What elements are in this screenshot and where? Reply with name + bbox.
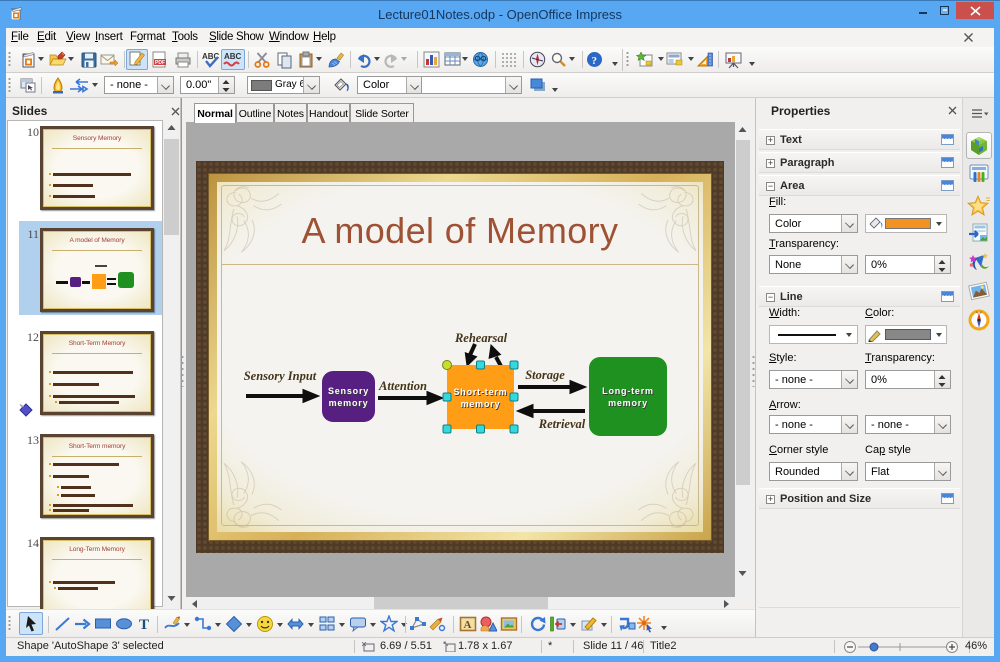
svg-text:memory: memory: [461, 399, 501, 409]
svg-text:ABC: ABC: [224, 52, 242, 61]
svg-text:Sensory: Sensory: [328, 386, 369, 396]
svg-text:Storage: Storage: [525, 368, 565, 382]
svg-text:Attention: Attention: [378, 379, 427, 393]
svg-text:Short-term: Short-term: [453, 387, 507, 397]
svg-text:Rehearsal: Rehearsal: [454, 331, 508, 345]
svg-text:Retrieval: Retrieval: [538, 417, 586, 431]
svg-text:PDF: PDF: [155, 60, 165, 66]
svg-text:memory: memory: [329, 398, 369, 408]
svg-text:memory: memory: [608, 398, 648, 408]
svg-text:Sensory Input: Sensory Input: [244, 369, 317, 383]
svg-text:T: T: [139, 617, 149, 633]
svg-text:Long-term: Long-term: [602, 386, 654, 396]
svg-text:?: ?: [592, 55, 598, 67]
svg-text:A: A: [464, 619, 472, 631]
